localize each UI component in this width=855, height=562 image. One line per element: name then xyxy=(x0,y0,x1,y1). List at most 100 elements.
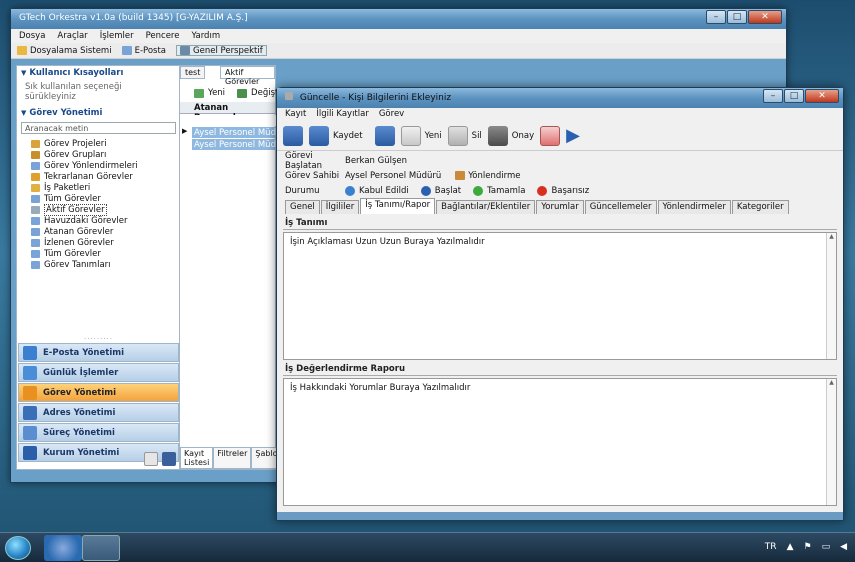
tree-item[interactable]: Havuzdaki Görevler xyxy=(31,215,180,226)
start-value: Berkan Gülşen xyxy=(345,155,408,166)
tab-test-label: test xyxy=(185,68,201,77)
app-task-icon[interactable] xyxy=(82,535,120,561)
save-label: Kaydet xyxy=(333,130,363,141)
network-icon[interactable]: ▭ xyxy=(822,542,831,552)
save-new-icon[interactable] xyxy=(283,125,303,146)
language-indicator[interactable]: TR xyxy=(765,542,777,552)
update-dialog: Güncelle - Kişi Bilgilerini Ekleyiniz – … xyxy=(276,87,844,521)
status-action-button[interactable]: Başarısız xyxy=(537,185,589,196)
tree-item-icon xyxy=(31,238,40,247)
redirect-button[interactable]: Yönlendirme xyxy=(455,171,520,181)
save-close-icon[interactable] xyxy=(374,125,395,146)
tree-item[interactable]: Görev Tanımları xyxy=(31,259,180,270)
dialog-tab[interactable]: Yorumlar xyxy=(536,200,584,214)
notes-icon[interactable] xyxy=(144,452,158,466)
tree-item-label: Görev Projeleri xyxy=(44,138,107,149)
menu-pencere[interactable]: Pencere xyxy=(146,31,180,41)
tree-item[interactable]: Tüm Görevler xyxy=(31,193,180,204)
menu-gorev[interactable]: Görev xyxy=(379,109,404,120)
row-pointer-icon: ▶ xyxy=(182,127,188,135)
table-row[interactable]: Aysel Personel Müdürü xyxy=(192,127,277,138)
dialog-tab[interactable]: Yönlendirmeler xyxy=(657,200,731,214)
panel-splitter[interactable]: ········· xyxy=(17,335,180,343)
nav-button[interactable]: Adres Yönetimi xyxy=(18,403,179,422)
new-record-button[interactable]: Yeni xyxy=(400,125,442,146)
menu-kayit[interactable]: Kayıt xyxy=(285,109,306,120)
dialog-maximize-button[interactable]: □ xyxy=(784,89,804,103)
delete-button[interactable]: Sil xyxy=(447,125,482,146)
checklist-icon[interactable] xyxy=(540,125,561,146)
tree-item[interactable]: Görev Projeleri xyxy=(31,138,180,149)
search-input[interactable]: Aranacak metin xyxy=(21,122,176,134)
tree-item-label: Tüm Görevler xyxy=(44,193,101,204)
tree-item[interactable]: Tekrarlanan Görevler xyxy=(31,171,180,182)
volume-icon[interactable]: ◀ xyxy=(840,542,847,552)
perspective-button[interactable]: Genel Perspektif xyxy=(176,45,267,56)
menu-islemler[interactable]: İşlemler xyxy=(100,31,134,41)
play-icon[interactable]: ▶ xyxy=(566,125,580,146)
new-icon xyxy=(194,88,204,98)
menu-yardim[interactable]: Yardım xyxy=(191,31,220,41)
tab-active-tasks[interactable]: Aktif Görevler xyxy=(220,66,275,86)
tray-arrow-icon[interactable]: ▲ xyxy=(787,542,794,552)
shortcuts-header[interactable]: ▼ Kullanıcı Kısayolları xyxy=(17,66,180,80)
dialog-title-bar[interactable]: Güncelle - Kişi Bilgilerini Ekleyiniz – … xyxy=(277,88,843,108)
tree-item[interactable]: İzlenen Görevler xyxy=(31,237,180,248)
tree-item-label: Görev Grupları xyxy=(44,149,107,160)
dialog-tab[interactable]: İş Tanımı/Rapor xyxy=(360,198,436,214)
flag-icon[interactable]: ⚑ xyxy=(803,542,811,552)
task-mgmt-header[interactable]: ▼ Görev Yönetimi xyxy=(17,106,180,120)
scrollbar[interactable]: ▲ xyxy=(826,379,836,505)
main-title-bar[interactable]: GTech Orkestra v1.0a (build 1345) [G-YAZ… xyxy=(11,9,786,29)
tab-test[interactable]: test xyxy=(180,66,206,79)
filesystem-button[interactable]: Dosyalama Sistemi xyxy=(17,45,112,56)
tree-item[interactable]: Görev Grupları xyxy=(31,149,180,160)
table-row[interactable]: Aysel Personel Müdürü xyxy=(192,139,277,150)
tree-item[interactable]: Görev Yönlendirmeleri xyxy=(31,160,180,171)
work-def-textarea[interactable]: İşin Açıklaması Uzun Uzun Buraya Yazılma… xyxy=(283,232,837,360)
nav-button[interactable]: Süreç Yönetimi xyxy=(18,423,179,442)
tree-item[interactable]: Aktif Görevler xyxy=(31,203,180,216)
tree-item[interactable]: Atanan Görevler xyxy=(31,226,180,237)
tree-item[interactable]: Tüm Görevler xyxy=(31,248,180,259)
approve-label: Onay xyxy=(511,130,535,141)
dialog-tab[interactable]: İlgililer xyxy=(320,200,360,214)
owner-label: Görev Sahibi xyxy=(285,170,340,181)
dialog-tab[interactable]: Kategoriler xyxy=(731,200,789,214)
status-action-button[interactable]: Tamamla xyxy=(473,185,525,196)
menu-dosya[interactable]: Dosya xyxy=(19,31,45,41)
scrollbar[interactable]: ▲ xyxy=(826,233,836,359)
start-button[interactable] xyxy=(5,536,31,560)
menu-related[interactable]: İlgili Kayıtlar xyxy=(316,109,368,120)
save-button[interactable]: Kaydet xyxy=(309,125,363,146)
nav-button[interactable]: E-Posta Yönetimi xyxy=(18,343,179,362)
tab-filters[interactable]: Filtreler xyxy=(213,447,252,469)
status-action-button[interactable]: Kabul Edildi xyxy=(345,185,409,196)
tree-item-label: Havuzdaki Görevler xyxy=(44,215,128,226)
dialog-tab[interactable]: Güncellemeler xyxy=(584,200,657,214)
email-button[interactable]: E-Posta xyxy=(121,45,166,56)
dialog-minimize-button[interactable]: – xyxy=(763,89,783,103)
ie-icon[interactable] xyxy=(44,535,82,561)
tree-item-label: Tüm Görevler xyxy=(44,248,101,259)
tree-item-icon xyxy=(31,227,40,236)
tab-record-list[interactable]: Kayıt Listesi xyxy=(180,447,214,469)
new-button[interactable]: Yeni Değiştir xyxy=(194,88,284,98)
dialog-tab[interactable]: Genel xyxy=(285,200,320,214)
dialog-tab[interactable]: Bağlantılar/Eklentiler xyxy=(436,200,536,214)
tree-item[interactable]: İş Paketleri xyxy=(31,182,180,193)
eval-textarea[interactable]: İş Hakkındaki Yorumlar Buraya Yazılmalıd… xyxy=(283,378,837,506)
dialog-close-button[interactable]: ✕ xyxy=(805,89,839,103)
column-header[interactable]: Atanan Personel xyxy=(180,102,275,123)
nav-button[interactable]: Günlük İşlemler xyxy=(18,363,179,382)
main-window-title: GTech Orkestra v1.0a (build 1345) [G-YAZ… xyxy=(19,13,248,23)
menu-araclar[interactable]: Araçlar xyxy=(57,31,87,41)
minimize-button[interactable]: – xyxy=(706,10,726,24)
status-action-button[interactable]: Başlat xyxy=(420,185,461,196)
user-icon[interactable] xyxy=(162,452,176,466)
nav-button[interactable]: Görev Yönetimi xyxy=(18,383,179,402)
table-row-empty[interactable] xyxy=(192,115,277,126)
approve-button[interactable]: Onay xyxy=(487,125,535,146)
maximize-button[interactable]: □ xyxy=(727,10,747,24)
close-button[interactable]: ✕ xyxy=(748,10,782,24)
